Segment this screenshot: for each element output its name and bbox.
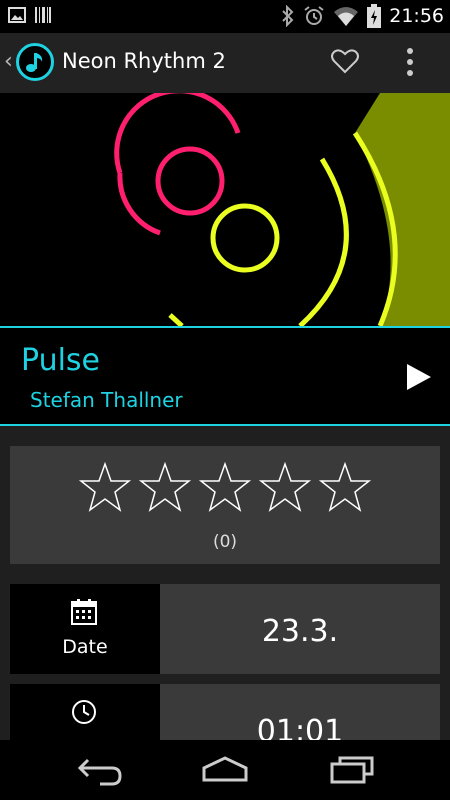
heart-icon[interactable] [331,48,359,74]
action-bar: ‹ Neon Rhythm 2 [0,33,450,93]
track-title: Pulse [21,343,100,378]
home-icon[interactable] [200,752,250,788]
rating-card: (0) [10,446,440,564]
content-area: (0) Date 23.3. 01:01 [0,426,450,740]
rating-stars[interactable] [79,462,371,512]
duration-value: 01:01 [256,714,344,740]
status-bar: 21:56 [0,0,450,33]
star-icon[interactable] [139,462,191,512]
track-info: Pulse Stefan Thallner [0,328,450,424]
barcode-icon [35,7,51,23]
image-icon [8,7,26,23]
duration-value-cell: 01:01 [160,684,440,740]
track-artist[interactable]: Stefan Thallner [30,388,183,412]
duration-label-cell [10,684,160,740]
up-caret-icon[interactable]: ‹ [4,49,13,74]
rating-count: (0) [212,532,238,552]
battery-icon [367,4,382,28]
date-value-cell: 23.3. [160,584,440,674]
duration-row: 01:01 [10,684,440,740]
date-label-cell: Date [10,584,160,674]
wifi-icon [334,7,359,26]
bluetooth-icon [282,5,294,27]
overflow-menu-icon[interactable] [404,45,416,79]
clock-icon [72,700,96,724]
navigation-bar [0,740,450,800]
album-artwork [0,93,450,326]
app-icon[interactable] [16,43,54,81]
star-icon[interactable] [259,462,311,512]
back-icon[interactable] [76,752,124,788]
star-icon[interactable] [79,462,131,512]
date-label: Date [62,636,108,658]
star-icon[interactable] [199,462,251,512]
recents-icon[interactable] [328,752,376,788]
play-icon[interactable] [405,362,433,392]
date-value: 23.3. [261,614,339,649]
star-icon[interactable] [319,462,371,512]
alarm-icon [304,6,324,25]
calendar-icon [71,599,97,625]
music-note-icon [26,53,43,72]
artwork-graphic [114,93,450,326]
date-row: Date 23.3. [10,584,440,674]
clock-time: 21:56 [389,5,444,27]
page-title: Neon Rhythm 2 [62,49,226,73]
